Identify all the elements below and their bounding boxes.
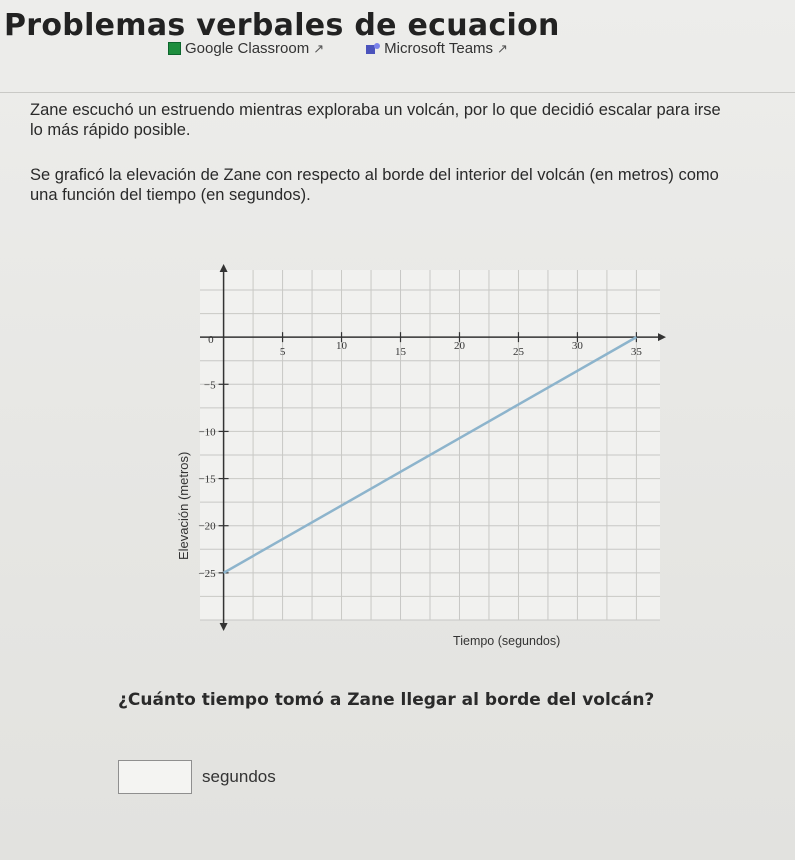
x-tick-label: 5 xyxy=(280,346,286,358)
y-axis-arrow-down xyxy=(219,623,228,631)
y-tick-label: −10 xyxy=(198,426,216,438)
y-axis-label: Elevación (metros) xyxy=(176,451,191,560)
google-classroom-link[interactable]: Google Classroom ↗ xyxy=(168,40,324,57)
x-tick-label: 20 xyxy=(454,340,466,352)
x-tick-label: 15 xyxy=(395,346,407,358)
y-tick-label: −5 xyxy=(204,379,216,391)
elevation-time-graph: 5 10 15 20 25 30 35 0 −5 −10 −15 −20 −25 Tiempo (segu… xyxy=(198,264,666,648)
microsoft-teams-label: Microsoft Teams xyxy=(384,40,494,57)
external-link-icon: ↗ xyxy=(497,40,508,56)
x-axis-arrow xyxy=(658,333,666,342)
google-classroom-icon xyxy=(168,42,181,55)
microsoft-teams-icon xyxy=(366,42,381,55)
origin-label: 0 xyxy=(208,334,214,346)
x-tick-label: 35 xyxy=(631,346,643,358)
x-axis-label: Tiempo (segundos) xyxy=(453,634,560,648)
problem-paragraph-1: Zane escuchó un estruendo mientras explo… xyxy=(30,101,721,139)
y-tick-label: −15 xyxy=(198,474,216,486)
external-link-icon: ↗ xyxy=(313,40,325,56)
answer-input[interactable] xyxy=(118,760,192,794)
problem-paragraph-2: Se graficó la elevación de Zane con resp… xyxy=(30,166,719,204)
question-text: ¿Cuánto tiempo tomó a Zane llegar al bor… xyxy=(118,690,655,710)
header-divider xyxy=(0,92,795,93)
page-title: Problemas verbales de ecuacion xyxy=(4,8,560,43)
answer-row: segundos xyxy=(118,760,276,794)
y-axis-arrow-up xyxy=(219,264,228,272)
microsoft-teams-link[interactable]: Microsoft Teams ↗ xyxy=(366,40,508,57)
y-tick-label: −20 xyxy=(198,521,216,533)
answer-unit: segundos xyxy=(202,767,276,786)
y-tick-label: −25 xyxy=(198,568,216,580)
share-links: Google Classroom ↗ Microsoft Teams ↗ xyxy=(168,40,508,57)
x-tick-label: 10 xyxy=(336,340,348,352)
google-classroom-label: Google Classroom xyxy=(185,40,310,57)
x-tick-label: 25 xyxy=(513,346,525,358)
page: Problemas verbales de ecuacion Google Cl… xyxy=(0,0,795,860)
x-tick-label: 30 xyxy=(572,340,584,352)
